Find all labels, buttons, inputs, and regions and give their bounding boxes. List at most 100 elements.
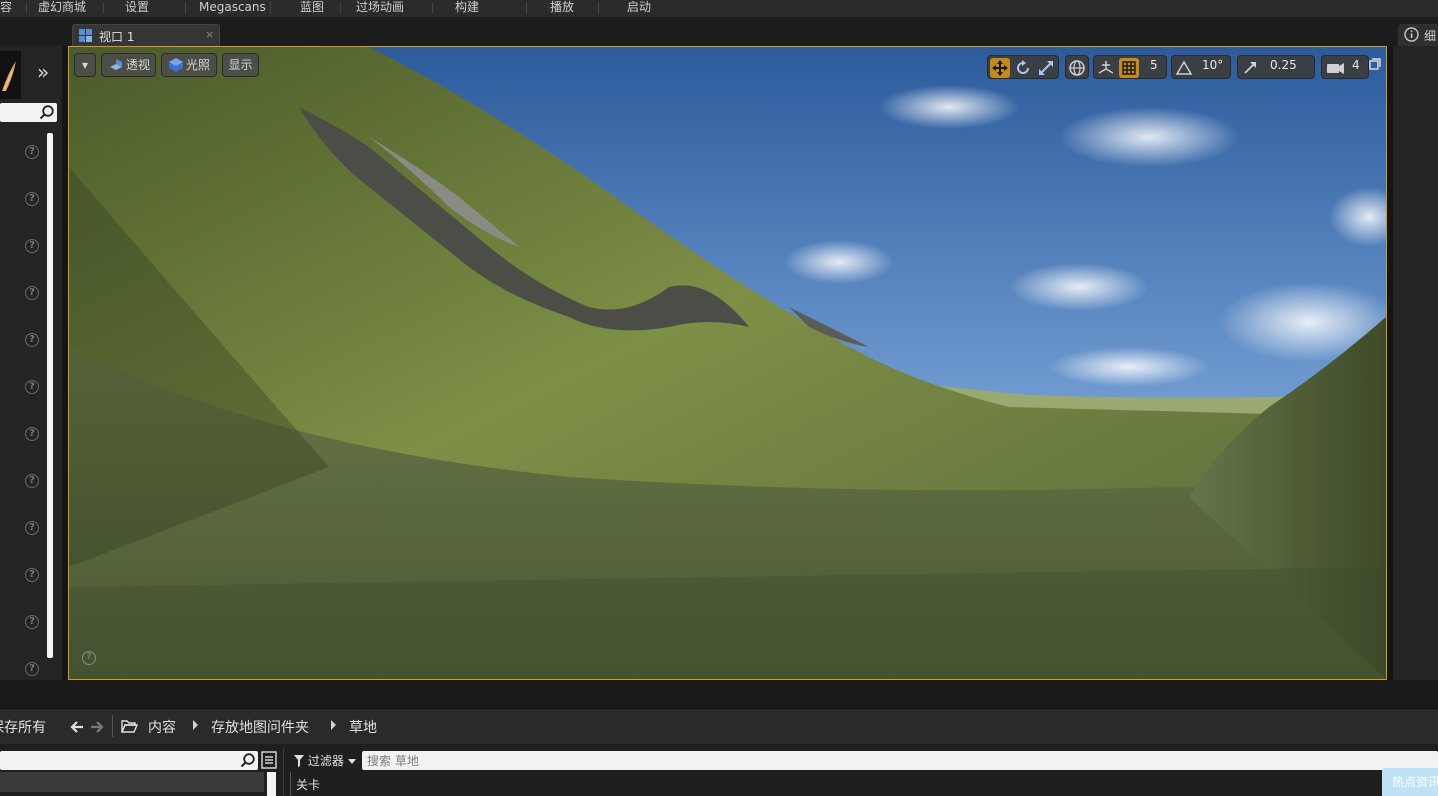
hot-news-label: 热点资讯: [1392, 775, 1438, 789]
toolbar-launch[interactable]: 启动: [627, 0, 651, 16]
help-icon[interactable]: ?: [25, 145, 39, 159]
help-icon[interactable]: ?: [25, 427, 39, 441]
viewport-scene: [69, 47, 1386, 679]
move-arrows-icon: [992, 60, 1008, 76]
rotation-snap-toggle[interactable]: [1174, 58, 1194, 78]
toolbar-separator: [270, 2, 271, 14]
modes-panel: » ????????????: [0, 46, 62, 680]
toolbar-separator: [526, 2, 527, 14]
rotate-tool-button[interactable]: [1013, 58, 1033, 78]
lighting-label: 光照: [186, 58, 211, 72]
breadcrumb-arrow-icon[interactable]: [193, 720, 198, 730]
help-icon[interactable]: ?: [25, 474, 39, 488]
grid-snap-toggle[interactable]: [1119, 58, 1139, 78]
back-arrow-icon[interactable]: [70, 720, 84, 734]
scale-tool-button[interactable]: [1036, 58, 1056, 78]
help-icon[interactable]: ?: [25, 192, 39, 206]
asset-type-level[interactable]: 关卡: [296, 776, 320, 793]
expand-chevron-icon[interactable]: »: [37, 60, 49, 84]
panel-splitter[interactable]: [0, 680, 1438, 708]
tab-viewport-1[interactable]: 视口 1 ×: [72, 24, 220, 46]
search-icon: [39, 105, 54, 120]
content-browser-nav-bar: 保存所有 内容 存放地图问件夹 草地: [0, 708, 1438, 744]
coordinate-space-group: [1065, 55, 1089, 79]
lighting-button[interactable]: 光照: [161, 53, 217, 77]
toolbar-megascans[interactable]: Megascans: [199, 0, 266, 16]
toolbar-play[interactable]: 播放: [550, 0, 574, 16]
filter-funnel-icon: [294, 755, 304, 767]
scale-snap-toggle[interactable]: [1240, 58, 1260, 78]
help-icon[interactable]: ?: [25, 568, 39, 582]
breadcrumb-content[interactable]: 内容: [148, 717, 176, 737]
left-scrollbar[interactable]: [47, 133, 53, 658]
camera-speed-group: 4: [1321, 55, 1369, 79]
view-options-icon[interactable]: [261, 751, 277, 769]
breadcrumb-map-folder[interactable]: 存放地图问件夹: [211, 717, 309, 737]
toolbar-marketplace[interactable]: 虚幻商城: [38, 0, 86, 16]
world-space-button[interactable]: [1067, 58, 1087, 78]
folder-open-icon[interactable]: [121, 719, 138, 733]
hot-news-button[interactable]: 热点资讯: [1382, 768, 1438, 796]
info-icon: [1404, 27, 1419, 42]
show-button[interactable]: 显示: [222, 53, 259, 77]
folder-search-input[interactable]: [0, 751, 258, 770]
help-icon[interactable]: ?: [25, 662, 39, 676]
show-label: 显示: [228, 58, 253, 72]
list-divider: [290, 772, 291, 796]
rotation-snap-group: 10°: [1171, 55, 1231, 79]
breadcrumb-arrow-icon[interactable]: [331, 720, 336, 730]
toolbar-cinematics[interactable]: 过场动画: [356, 0, 404, 16]
filters-dropdown[interactable]: 过滤器: [294, 752, 356, 769]
details-panel: [1393, 46, 1438, 680]
chevron-down-icon: ▾: [81, 58, 89, 72]
toolbar-separator: [432, 2, 433, 14]
left-search-input[interactable]: [0, 103, 57, 122]
toolbar-content[interactable]: 内容: [0, 0, 12, 16]
breadcrumb-grass[interactable]: 草地: [349, 717, 377, 737]
rotate-icon: [1017, 60, 1029, 74]
forward-arrow-icon[interactable]: [90, 720, 104, 734]
viewport-help-icon[interactable]: ?: [82, 651, 96, 665]
toolbar-separator: [340, 2, 341, 14]
camera-speed-value[interactable]: 4: [1352, 58, 1360, 72]
folder-scrollbar[interactable]: [267, 772, 276, 796]
chevron-down-icon: [347, 759, 356, 764]
toolbar-separator: [26, 2, 27, 14]
scale-snap-value[interactable]: 0.25: [1270, 58, 1297, 72]
translate-tool-button[interactable]: [990, 58, 1010, 78]
help-icon[interactable]: ?: [25, 521, 39, 535]
toolbar-separator: [103, 2, 104, 14]
close-icon[interactable]: ×: [205, 28, 214, 41]
asset-search-input[interactable]: [367, 751, 967, 770]
filters-label: 过滤器: [307, 754, 344, 768]
help-icon[interactable]: ?: [25, 333, 39, 347]
toolbar-build[interactable]: 构建: [455, 0, 479, 16]
rotation-snap-value[interactable]: 10°: [1202, 58, 1223, 72]
transform-tools-group: [987, 55, 1059, 79]
camera-speed-button[interactable]: [1324, 58, 1344, 78]
help-icon[interactable]: ?: [25, 615, 39, 629]
scale-snap-icon: [1244, 62, 1256, 74]
asset-search-box[interactable]: [362, 751, 1438, 770]
help-icon[interactable]: ?: [25, 380, 39, 394]
maximize-viewport-button[interactable]: [1369, 58, 1381, 70]
viewport-options-dropdown[interactable]: ▾: [74, 53, 96, 77]
help-icon[interactable]: ?: [25, 286, 39, 300]
toolbar-blueprints[interactable]: 蓝图: [300, 0, 324, 16]
mode-icon-tile[interactable]: [0, 51, 21, 99]
toolbar-separator: [185, 2, 186, 14]
help-icon[interactable]: ?: [25, 239, 39, 253]
nav-separator: [112, 715, 113, 737]
toolbar-settings[interactable]: 设置: [125, 0, 149, 16]
grid-snap-value[interactable]: 5: [1150, 58, 1158, 72]
perspective-button[interactable]: 透视: [101, 53, 156, 77]
tab-details[interactable]: 细: [1398, 24, 1438, 46]
save-all-button[interactable]: 保存所有: [0, 717, 46, 737]
grid-icon: [1122, 61, 1136, 75]
perspective-cube-icon: [110, 59, 122, 70]
grid-snap-group: 5: [1093, 55, 1167, 79]
folder-tree-row[interactable]: [0, 772, 264, 792]
scale-snap-group: 0.25: [1237, 55, 1315, 79]
level-viewport[interactable]: ▾ 透视 光照 显示 5 10° 0.25 4 ?: [68, 46, 1387, 680]
surface-snap-button[interactable]: [1096, 58, 1116, 78]
